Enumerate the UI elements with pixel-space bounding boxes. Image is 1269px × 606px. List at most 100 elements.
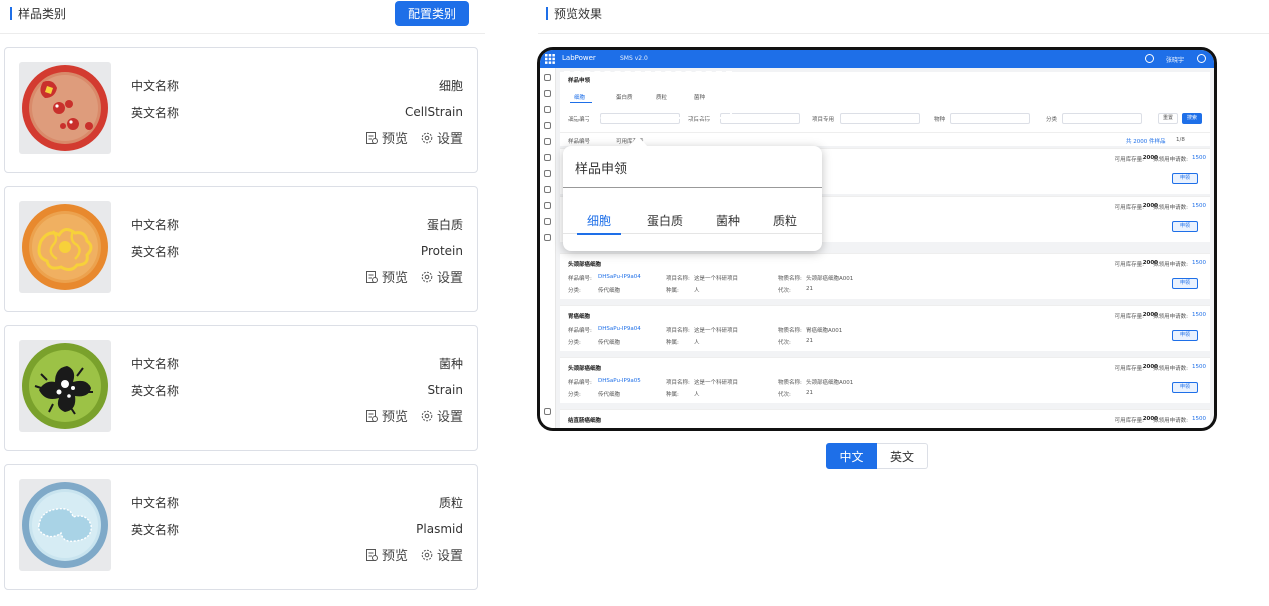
preview-version: SMS v2.0 (620, 55, 648, 62)
preview-record: 胃癌细胞 样品编号: DHSaPu-IP9a04 项目名称: 这是一个科研项目 … (560, 305, 1210, 351)
record-full-name: 头颈部癌细胞A001 (806, 276, 854, 282)
filter-select[interactable] (1062, 113, 1142, 124)
preview-effect-title: 预览效果 (546, 6, 603, 21)
preview-sidebar (540, 68, 556, 428)
record-code[interactable]: DHSaPu-IP9a05 (598, 378, 641, 384)
filter-label: 分类 (1046, 117, 1058, 123)
category-card-strain: 中文名称 菌种 英文名称 Strain 预览 设置 (4, 325, 478, 451)
record-category: 传代细胞 (598, 288, 621, 294)
card-actions: 预览 设置 (365, 545, 463, 564)
preview-button[interactable]: 预览 (365, 406, 408, 425)
field-label: 样品编号: (568, 276, 592, 282)
preview-user: 张晓宇 (1165, 57, 1184, 64)
callout-tabs: 细胞 蛋白质 菌种 质粒 (563, 212, 822, 234)
settings-button[interactable]: 设置 (420, 128, 463, 147)
gear-icon (421, 549, 433, 560)
field-label: 样品编号: (568, 328, 592, 334)
lang-chinese-button[interactable]: 中文 (826, 443, 877, 469)
apply-count-value: 1500 (1192, 416, 1206, 422)
cn-name-value: 细胞 (438, 78, 463, 93)
filter-label: 物种 (934, 117, 946, 123)
record-code[interactable]: DHSaPu-IP9a04 (598, 326, 641, 332)
record-name: 头颈部癌细胞 (568, 366, 602, 372)
sample-category-title-text: 样品类别 (18, 6, 67, 21)
cn-name-value: 质粒 (438, 495, 463, 510)
filter-input[interactable] (720, 113, 800, 124)
preview-button[interactable]: 预览 (365, 545, 408, 564)
filter-select[interactable] (840, 113, 920, 124)
highlight-dashed-box (564, 71, 732, 119)
callout-tab-strain[interactable]: 菌种 (716, 212, 740, 229)
apply-count-label: 拟领用申请数: (1153, 205, 1188, 211)
cn-name-row: 中文名称 质粒 (131, 494, 463, 510)
record-full-name: 胃癌细胞A001 (806, 328, 843, 334)
filter-input[interactable] (950, 113, 1030, 124)
apply-button[interactable]: 申领 (1172, 173, 1198, 184)
apply-button[interactable]: 申领 (1172, 221, 1198, 232)
preview-record: 头颈部癌细胞 样品编号: DHSaPu-IP9a04 项目名称: 这是一个科研项… (560, 253, 1210, 299)
cn-name-value: 蛋白质 (426, 217, 463, 232)
field-label: 项目名称: (666, 276, 690, 282)
preview-button[interactable]: 预览 (365, 267, 408, 286)
preview-icon (365, 409, 378, 422)
apply-button[interactable]: 申领 (1172, 330, 1198, 341)
field-label: 物质名称: (778, 380, 802, 386)
record-generation: 21 (806, 390, 813, 396)
preview-page: 1/8 (1176, 137, 1185, 143)
nav-icon (544, 106, 551, 113)
en-name-row: 英文名称 Strain (131, 382, 463, 398)
en-name-value: Protein (420, 244, 463, 258)
apply-button[interactable]: 申领 (1172, 382, 1198, 393)
callout-title: 样品申领 (575, 162, 628, 177)
apply-count-label: 拟领用申请数: (1153, 314, 1188, 320)
callout-tab-plasmid[interactable]: 质粒 (773, 212, 797, 229)
lang-english-button[interactable]: 英文 (877, 443, 928, 469)
field-label: 分类: (568, 340, 581, 346)
record-code[interactable]: DHSaPu-IP9a04 (598, 274, 641, 280)
record-generation: 21 (806, 286, 813, 292)
plasmid-dish-image (19, 479, 111, 571)
record-species: 人 (694, 392, 700, 398)
stock-label: 可用库存量: (1114, 157, 1144, 163)
preview-callout: 样品申领 细胞 蛋白质 菌种 质粒 (563, 136, 822, 251)
field-label: 物质名称: (778, 276, 802, 282)
settings-button[interactable]: 设置 (420, 545, 463, 564)
apply-count-value: 1500 (1192, 155, 1206, 161)
field-label: 代次: (778, 340, 791, 346)
callout-tab-protein[interactable]: 蛋白质 (647, 212, 683, 229)
card-actions: 预览 设置 (365, 267, 463, 286)
apply-count-label: 拟领用申请数: (1153, 157, 1188, 163)
callout-tab-cell[interactable]: 细胞 (587, 212, 611, 229)
en-name-value: Plasmid (416, 522, 463, 536)
stock-label: 可用库存量: (1114, 314, 1144, 320)
nav-icon (544, 122, 551, 129)
apps-grid-icon (545, 54, 555, 64)
field-label: 项目名称: (666, 328, 690, 334)
preview-sort-bar: 样品编号 可用库存量 共 2000 件样品 1/8 (560, 132, 1210, 146)
settings-button[interactable]: 设置 (420, 406, 463, 425)
record-project: 这是一个科研项目 (694, 380, 739, 386)
gear-icon (421, 132, 433, 143)
preview-effect-title-text: 预览效果 (554, 6, 603, 21)
search-button[interactable]: 搜索 (1182, 113, 1202, 124)
preview-label: 预览 (381, 549, 408, 564)
cn-name-label: 中文名称 (131, 356, 180, 371)
configure-category-button[interactable]: 配置类别 (395, 1, 469, 26)
preview-button[interactable]: 预览 (365, 128, 408, 147)
settings-label: 设置 (436, 132, 463, 147)
en-name-label: 英文名称 (131, 383, 180, 398)
stock-label: 可用库存量: (1114, 366, 1144, 372)
nav-icon (544, 202, 551, 209)
field-label: 种属: (666, 340, 679, 346)
nav-icon (544, 218, 551, 225)
gear-icon (421, 271, 433, 282)
reset-button[interactable]: 重置 (1158, 113, 1178, 124)
apply-button[interactable]: 申领 (1172, 278, 1198, 289)
record-name: 头颈部癌细胞 (568, 262, 602, 268)
nav-icon (544, 138, 551, 145)
sort-sample-code[interactable]: 样品编号 (568, 137, 590, 145)
preview-brand: LabPower (562, 54, 596, 62)
title-accent-bar (546, 6, 548, 20)
cn-name-row: 中文名称 细胞 (131, 77, 463, 93)
settings-button[interactable]: 设置 (420, 267, 463, 286)
